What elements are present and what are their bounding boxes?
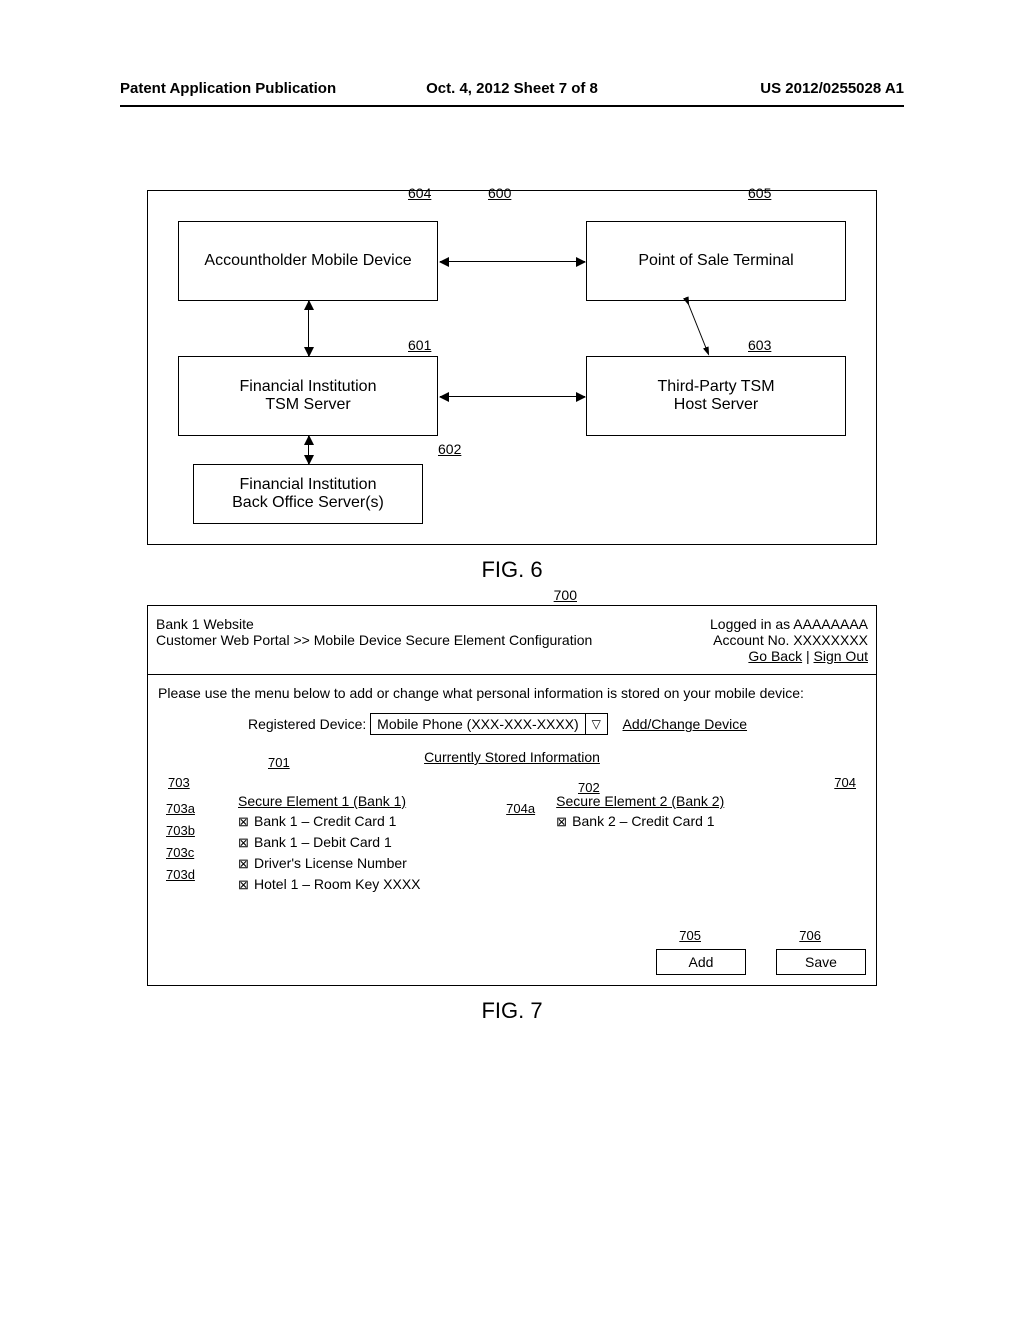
figure-6-caption: FIG. 6 (120, 557, 904, 583)
add-change-device-link[interactable]: Add/Change Device (623, 716, 748, 732)
ref-704a: 704a (506, 801, 535, 816)
ref-601: 601 (408, 337, 431, 353)
box-accountholder-device-label: Accountholder Mobile Device (204, 252, 411, 270)
ref-605: 605 (748, 185, 771, 201)
list-item: Hotel 1 – Room Key XXXX (254, 876, 421, 892)
box-fi-backoffice-line1: Financial Institution (232, 476, 384, 494)
checkbox-icon[interactable]: ⊠ (238, 877, 254, 893)
ref-701: 701 (268, 755, 290, 770)
instructions-text: Please use the menu below to add or chan… (158, 685, 866, 701)
ref-703: 703 (168, 775, 190, 790)
box-third-party-tsm: Third-Party TSM Host Server (586, 356, 846, 436)
registered-device-select[interactable]: Mobile Phone (XXX-XXX-XXXX) ▽ (370, 713, 608, 735)
box-pos-terminal-label: Point of Sale Terminal (638, 252, 793, 270)
ref-703b: 703b (166, 823, 195, 838)
account-number-text: Account No. XXXXXXXX (710, 632, 868, 648)
chevron-down-icon: ▽ (585, 714, 607, 734)
list-item: Bank 2 – Credit Card 1 (572, 813, 714, 829)
secure-element-1-heading: Secure Element 1 (Bank 1) (238, 793, 498, 809)
checkbox-icon[interactable]: ⊠ (238, 856, 254, 872)
ref-703d: 703d (166, 867, 195, 882)
header-right: US 2012/0255028 A1 (760, 80, 904, 97)
save-button-label: Save (805, 954, 837, 970)
add-button-label: Add (689, 954, 714, 970)
header-mid: Oct. 4, 2012 Sheet 7 of 8 (426, 80, 598, 97)
checkbox-icon[interactable]: ⊠ (238, 814, 254, 830)
ref-703a: 703a (166, 801, 195, 816)
go-back-link[interactable]: Go Back (748, 648, 802, 664)
box-pos-terminal: Point of Sale Terminal (586, 221, 846, 301)
ref-603: 603 (748, 337, 771, 353)
list-item: Bank 1 – Debit Card 1 (254, 834, 392, 850)
box-third-party-tsm-line2: Host Server (657, 396, 774, 414)
checkbox-icon[interactable]: ⊠ (556, 814, 572, 830)
breadcrumb: Customer Web Portal >> Mobile Device Sec… (156, 632, 592, 648)
registered-device-label: Registered Device: (248, 716, 366, 732)
box-fi-tsm-line1: Financial Institution (240, 378, 377, 396)
currently-stored-heading: Currently Stored Information (424, 749, 600, 765)
save-button[interactable]: Save (776, 949, 866, 975)
ref-600: 600 (488, 185, 511, 201)
site-name: Bank 1 Website (156, 616, 592, 632)
box-fi-tsm-server: Financial Institution TSM Server (178, 356, 438, 436)
ref-602: 602 (438, 441, 461, 457)
ref-700: 700 (554, 587, 577, 603)
link-separator: | (806, 648, 814, 664)
figure-6-diagram: 604 600 605 Accountholder Mobile Device … (147, 190, 877, 545)
box-accountholder-device: Accountholder Mobile Device (178, 221, 438, 301)
ref-705: 705 (679, 928, 701, 943)
header-rule (120, 105, 904, 107)
list-item: Driver's License Number (254, 855, 407, 871)
add-button[interactable]: Add (656, 949, 746, 975)
secure-element-2-heading: Secure Element 2 (Bank 2) (556, 793, 866, 809)
box-fi-backoffice-line2: Back Office Server(s) (232, 494, 384, 512)
figure-7-caption: FIG. 7 (120, 998, 904, 1024)
box-third-party-tsm-line1: Third-Party TSM (657, 378, 774, 396)
box-fi-tsm-line2: TSM Server (240, 396, 377, 414)
registered-device-value: Mobile Phone (XXX-XXX-XXXX) (371, 716, 585, 732)
ref-706: 706 (799, 928, 821, 943)
ref-604: 604 (408, 185, 431, 201)
box-fi-backoffice: Financial Institution Back Office Server… (193, 464, 423, 524)
figure-7-panel: Bank 1 Website Customer Web Portal >> Mo… (147, 605, 877, 986)
ref-703c: 703c (166, 845, 194, 860)
sign-out-link[interactable]: Sign Out (814, 648, 868, 664)
list-item: Bank 1 – Credit Card 1 (254, 813, 396, 829)
portal-header: Bank 1 Website Customer Web Portal >> Mo… (148, 606, 876, 675)
logged-in-text: Logged in as AAAAAAAA (710, 616, 868, 632)
ref-704: 704 (834, 775, 856, 790)
header-left: Patent Application Publication (120, 80, 336, 97)
checkbox-icon[interactable]: ⊠ (238, 835, 254, 851)
